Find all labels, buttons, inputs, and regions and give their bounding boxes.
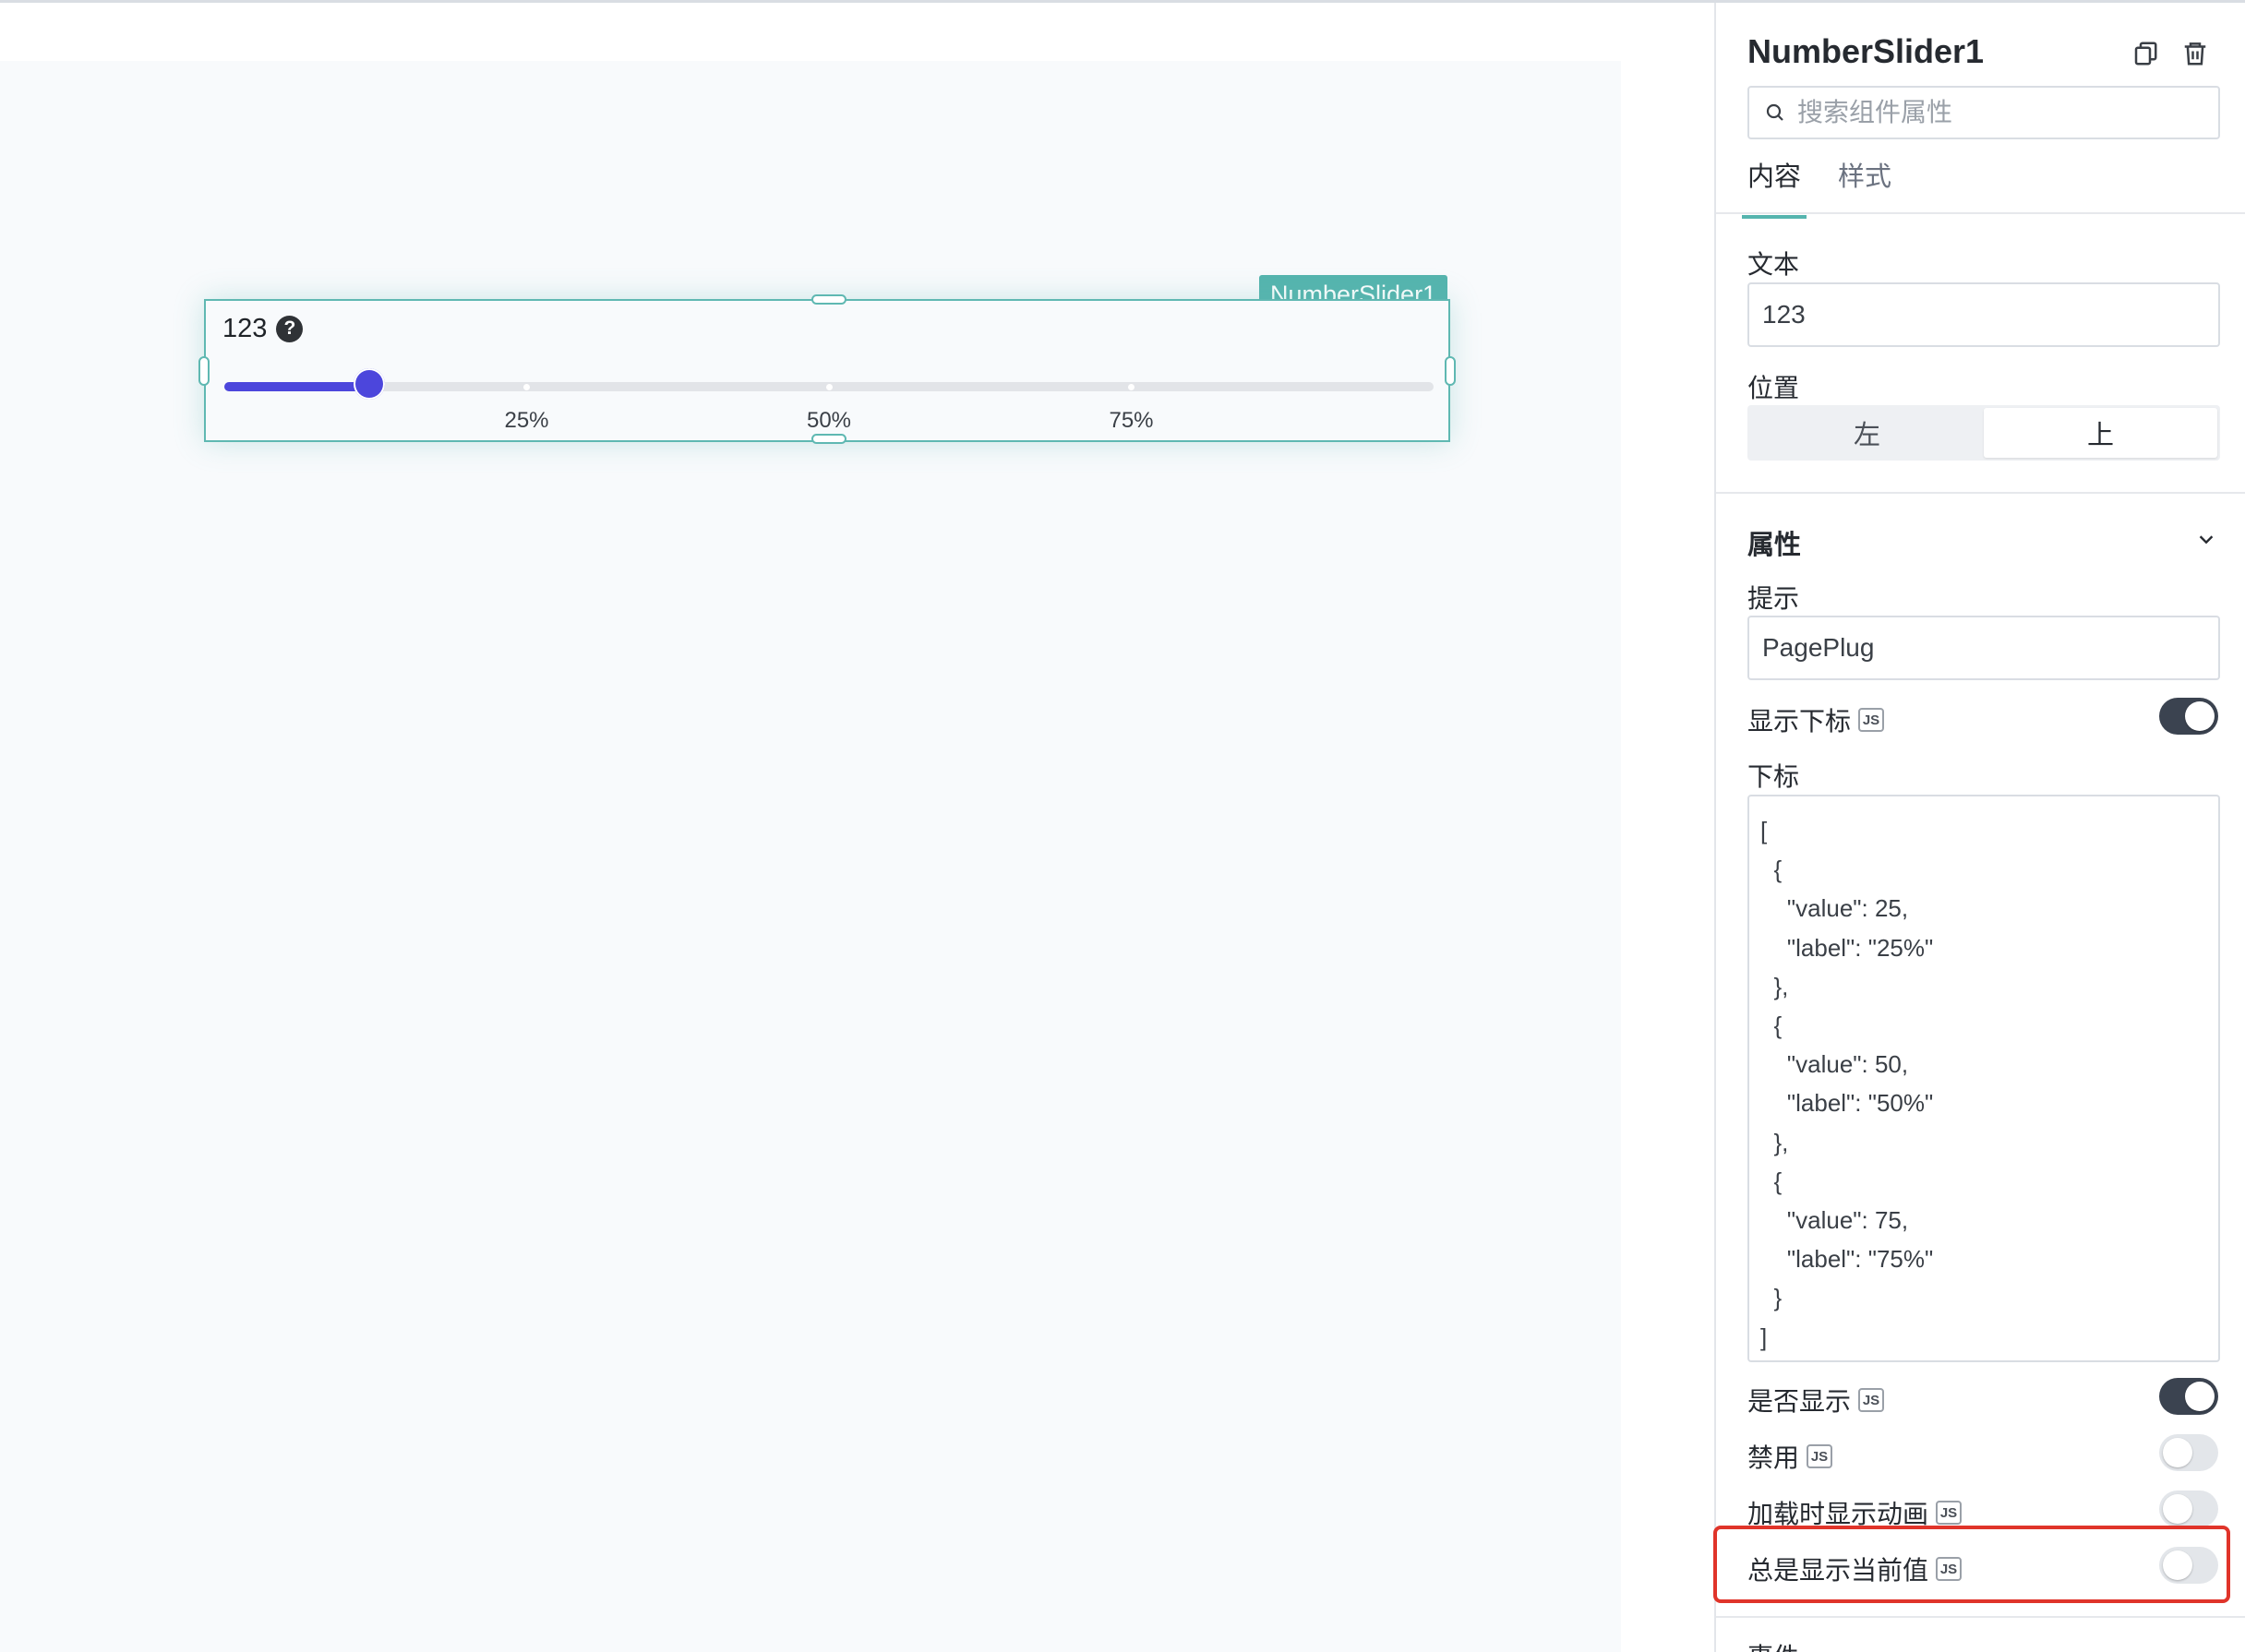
always-show-value-toggle[interactable] xyxy=(2159,1547,2218,1584)
toggle-knob xyxy=(2163,1494,2192,1524)
js-badge[interactable]: JS xyxy=(1936,1557,1963,1581)
show-marks-toggle[interactable] xyxy=(2159,698,2218,735)
resize-handle-bottom[interactable] xyxy=(811,434,846,444)
slider-track-fill xyxy=(224,382,370,391)
hint-input[interactable]: PagePlug xyxy=(1747,616,2220,680)
visible-label-text: 是否显示 xyxy=(1747,1387,1852,1416)
marks-label-text: 下标 xyxy=(1747,762,1800,791)
position-option-left[interactable]: 左 xyxy=(1750,408,1984,458)
property-panel: NumberSlider1 内容 样式 文本 123 xyxy=(1714,3,2245,1652)
toggle-knob xyxy=(2163,1550,2192,1580)
search-input[interactable] xyxy=(1797,98,2203,127)
property-search[interactable] xyxy=(1747,86,2220,139)
slider-mark-dot xyxy=(1128,384,1135,390)
show-marks-label-text: 显示下标 xyxy=(1747,707,1852,736)
marks-code-editor[interactable]: [ { "value": 25, "label": "25%" }, { "va… xyxy=(1747,795,2220,1362)
slider-mark-label: 50% xyxy=(806,408,852,433)
visible-toggle[interactable] xyxy=(2159,1378,2218,1415)
hint-label: 提示 xyxy=(1747,579,1799,616)
disabled-label-text: 禁用 xyxy=(1747,1443,1800,1472)
slider-mark-dot xyxy=(523,384,530,390)
tab-content[interactable]: 内容 xyxy=(1741,155,1807,219)
tab-style[interactable]: 样式 xyxy=(1838,155,1891,212)
resize-handle-left[interactable] xyxy=(198,356,210,386)
text-field-input[interactable]: 123 xyxy=(1747,282,2220,347)
always-show-value-label-text: 总是显示当前值 xyxy=(1747,1556,1929,1585)
animate-loading-label: 加载时显示动画 JS xyxy=(1747,1494,1963,1531)
marks-label: 下标 xyxy=(1747,757,1799,794)
search-icon xyxy=(1766,103,1783,121)
toggle-knob xyxy=(2185,1382,2215,1411)
slider-thumb[interactable] xyxy=(354,368,386,400)
position-option-top[interactable]: 上 xyxy=(1984,408,2217,458)
disabled-toggle[interactable] xyxy=(2159,1434,2218,1471)
help-icon[interactable]: ? xyxy=(276,315,304,342)
slider-mark-label: 25% xyxy=(504,408,549,433)
js-badge[interactable]: JS xyxy=(1858,708,1885,732)
events-section-title[interactable]: 事件 xyxy=(1747,1637,1799,1652)
toggle-knob xyxy=(2163,1438,2192,1467)
slider-label-text: 123 xyxy=(222,313,268,343)
number-slider-widget[interactable]: 123 ? 25% 50% 75% xyxy=(198,294,1456,444)
js-badge[interactable]: JS xyxy=(1858,1388,1885,1412)
position-segmented-control: 左 上 xyxy=(1747,405,2220,461)
js-badge[interactable]: JS xyxy=(1807,1444,1833,1468)
slider-label: 123 ? xyxy=(222,310,304,347)
copy-icon[interactable] xyxy=(2131,40,2159,67)
app-root: NumberSlider1 123 ? 25% 50% 75% NumberSlid… xyxy=(0,0,2245,1652)
always-show-value-label: 总是显示当前值 JS xyxy=(1747,1550,1963,1587)
panel-tabs: 内容 样式 xyxy=(1741,155,1891,219)
position-label: 位置 xyxy=(1747,368,1799,405)
animate-loading-label-text: 加载时显示动画 xyxy=(1747,1500,1929,1528)
text-field-label: 文本 xyxy=(1747,245,1799,281)
slider-mark-label: 75% xyxy=(1109,408,1154,433)
properties-section-title[interactable]: 属性 xyxy=(1747,523,1801,562)
section-divider xyxy=(1716,1616,2245,1618)
trash-icon[interactable] xyxy=(2181,40,2209,67)
show-marks-label: 显示下标 JS xyxy=(1747,701,1885,738)
visible-label: 是否显示 JS xyxy=(1747,1382,1885,1419)
disabled-label: 禁用 JS xyxy=(1747,1438,1833,1475)
slider-mark-dot xyxy=(825,384,833,390)
position-label-text: 位置 xyxy=(1747,374,1800,402)
tabs-divider xyxy=(1716,212,2245,214)
resize-handle-top[interactable] xyxy=(811,294,846,305)
chevron-down-icon[interactable] xyxy=(2196,529,2216,549)
resize-handle-right[interactable] xyxy=(1445,356,1456,386)
editor-canvas[interactable]: NumberSlider1 123 ? 25% 50% 75% xyxy=(0,61,1621,1652)
panel-title: NumberSlider1 xyxy=(1747,32,1985,70)
text-field-label-text: 文本 xyxy=(1747,250,1800,279)
animate-loading-toggle[interactable] xyxy=(2159,1490,2218,1527)
hint-label-text: 提示 xyxy=(1747,584,1800,613)
toggle-knob xyxy=(2185,701,2215,731)
section-divider xyxy=(1716,492,2245,494)
js-badge[interactable]: JS xyxy=(1936,1501,1963,1525)
